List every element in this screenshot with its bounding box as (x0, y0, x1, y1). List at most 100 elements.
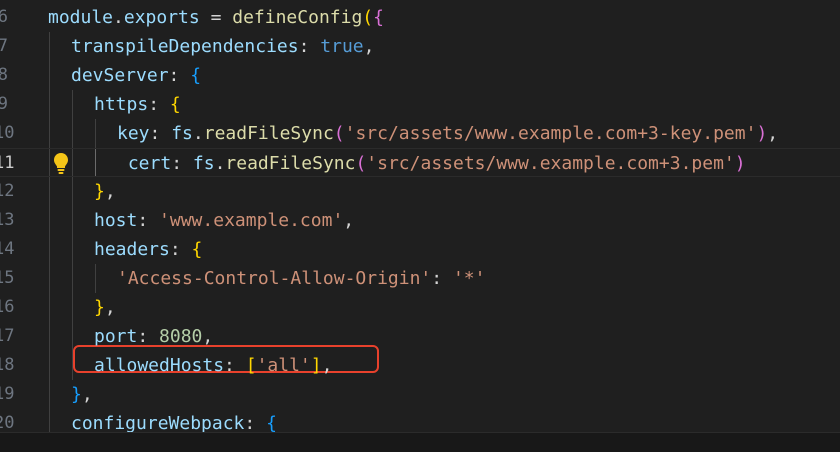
line-number: 15 (0, 268, 15, 288)
code-token: 'src/assets/www.example.com+3-key.pem' (344, 123, 757, 144)
code-token: fs (171, 123, 193, 144)
indent-guide (49, 264, 50, 293)
code-token: cert (117, 153, 172, 174)
code-line[interactable]: 15 'Access-Control-Allow-Origin': '*' (0, 264, 840, 293)
indent-guide (72, 235, 73, 264)
indent-guide (49, 322, 50, 351)
code-token: '*' (452, 268, 486, 289)
code-token: [ (245, 355, 257, 376)
code-token: { (190, 65, 202, 86)
code-token: } (94, 181, 105, 202)
highlighted-code-text: allowedHosts: ['all'], (94, 351, 332, 380)
code-token: : (168, 65, 191, 86)
code-token: , (343, 210, 355, 231)
indent-guide (49, 380, 50, 409)
code-token: } (71, 384, 82, 405)
code-line[interactable]: 13 host: 'www.example.com', (0, 206, 840, 235)
code-token: : (148, 94, 170, 115)
code-line[interactable]: 6 module.exports = defineConfig({ (0, 3, 840, 32)
code-editor[interactable]: 6 module.exports = defineConfig({ 7 transpi… (0, 0, 840, 432)
indent-guide (72, 293, 73, 322)
code-token: : (169, 239, 192, 260)
code-text: module.exports = defineConfig({ (48, 3, 384, 32)
indent-guide (49, 206, 50, 235)
code-line[interactable]: 10 key: fs.readFileSync('src/assets/www.e… (0, 119, 840, 148)
line-number: 9 (0, 94, 8, 114)
code-text: }, (94, 177, 116, 206)
line-number: 10 (0, 123, 15, 143)
code-token: 'www.example.com' (159, 210, 344, 231)
line-number: 16 (0, 297, 15, 317)
code-token: } (94, 297, 105, 318)
indent-guide (49, 293, 50, 322)
indent-guide (72, 177, 73, 206)
indent-guide (95, 119, 96, 148)
code-token: , (363, 36, 375, 57)
code-line[interactable]: 20 configureWebpack: { (0, 409, 840, 432)
code-token: ) (734, 153, 746, 174)
lightbulb-icon[interactable] (52, 151, 70, 175)
code-line[interactable]: 8 devServer: { (0, 61, 840, 90)
indent-guide (49, 351, 50, 380)
indent-guide (95, 149, 96, 176)
code-line[interactable]: 11 cert: fs.readFileSync('src/assets/www… (0, 148, 840, 177)
code-line[interactable]: 16}, (0, 293, 840, 322)
code-token: readFileSync (225, 153, 356, 174)
indent-guide (49, 61, 50, 90)
code-text: transpileDependencies: true, (71, 32, 374, 61)
code-token: ( (333, 123, 345, 144)
code-text: 'Access-Control-Allow-Origin': '*' (117, 264, 485, 293)
code-token: allowedHosts (94, 355, 225, 376)
code-token: readFileSync (203, 123, 334, 144)
code-token: module (48, 7, 114, 28)
code-token: ) (756, 123, 768, 144)
code-token: { (169, 94, 181, 115)
indent-guide (95, 264, 96, 293)
code-line[interactable]: 9 https: { (0, 90, 840, 119)
indent-guide (49, 177, 50, 206)
code-text: https: { (94, 90, 181, 119)
code-token: { (191, 239, 203, 260)
code-token: host (94, 210, 138, 231)
code-line[interactable]: 14 headers: { (0, 235, 840, 264)
code-token: , (81, 384, 93, 405)
line-number: 6 (0, 7, 8, 27)
code-line[interactable]: 19}, (0, 380, 840, 409)
code-text: host: 'www.example.com', (94, 206, 354, 235)
code-token: key (117, 123, 150, 144)
code-token: port (94, 326, 138, 347)
code-token: true (320, 36, 364, 57)
code-text: devServer: { (71, 61, 201, 90)
code-line[interactable]: 12}, (0, 177, 840, 206)
code-token: https (94, 94, 149, 115)
code-token: : (149, 123, 172, 144)
line-number: 8 (0, 65, 8, 85)
indent-guide (72, 264, 73, 293)
code-token: , (202, 326, 214, 347)
code-token: . (214, 153, 226, 174)
code-token: . (192, 123, 204, 144)
code-token: : (244, 413, 267, 432)
code-line[interactable]: 7 transpileDependencies: true, (0, 32, 840, 61)
line-number: 7 (0, 36, 8, 56)
code-token: defineConfig (232, 7, 363, 28)
code-text: cert: fs.readFileSync('src/assets/www.ex… (117, 149, 746, 178)
line-number: 14 (0, 239, 15, 259)
code-text: configureWebpack: { (71, 409, 277, 432)
code-token: ] (310, 355, 322, 376)
code-token: , (104, 181, 116, 202)
line-number: 11 (0, 153, 15, 173)
code-line[interactable]: 17 port: 8080, (0, 322, 840, 351)
code-line[interactable]: 18 allowedHosts: ['all'], (0, 351, 840, 380)
code-token: 'src/assets/www.example.com+3.pem' (366, 153, 735, 174)
code-token: : (298, 36, 321, 57)
code-token: exports (123, 7, 200, 28)
code-token: { (373, 7, 384, 28)
code-token: 'Access-Control-Allow-Origin' (117, 268, 432, 289)
line-number: 18 (0, 355, 15, 375)
line-number: 20 (0, 413, 15, 432)
code-text: port: 8080, (94, 322, 213, 351)
code-text: headers: { (94, 235, 202, 264)
indent-guide (49, 90, 50, 119)
code-token: configureWebpack (71, 413, 245, 432)
